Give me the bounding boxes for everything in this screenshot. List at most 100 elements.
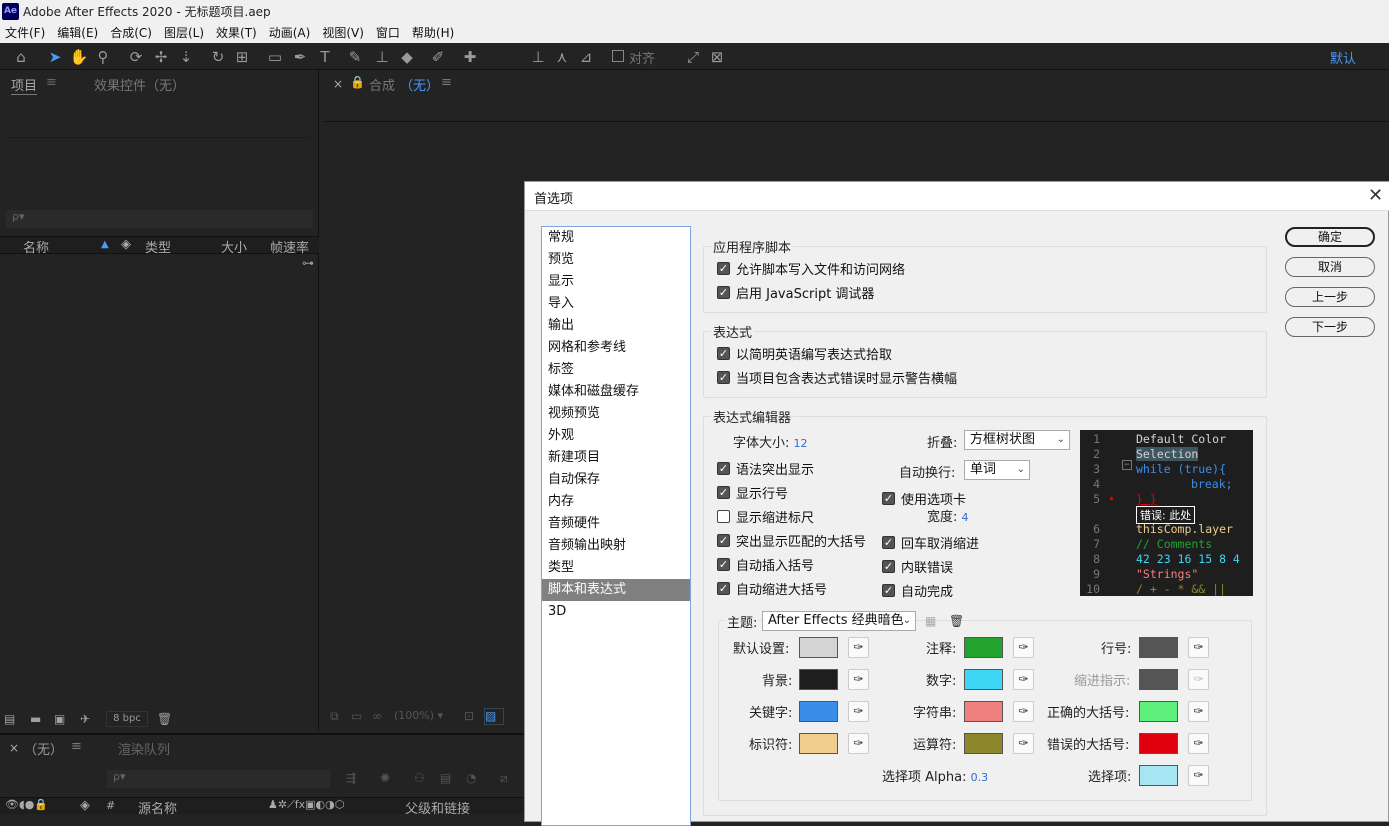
monitor-icon[interactable]: ▭: [351, 709, 362, 723]
identifier-color-swatch[interactable]: [799, 733, 838, 754]
snap-target-icon[interactable]: ⊠: [707, 47, 727, 67]
interpret-footage-icon[interactable]: ▤: [4, 712, 15, 726]
category-item[interactable]: 导入: [542, 293, 690, 315]
category-item[interactable]: 外观: [542, 425, 690, 447]
category-item[interactable]: 类型: [542, 557, 690, 579]
workspace-default[interactable]: 默认: [1330, 48, 1356, 67]
selection-tool-icon[interactable]: ➤: [45, 47, 65, 67]
js-debugger-checkbox[interactable]: ✓ 启用 JavaScript 调试器: [717, 283, 874, 302]
adjust-icon[interactable]: ✈: [80, 712, 90, 726]
new-folder-icon[interactable]: ▬: [30, 712, 41, 726]
delete-theme-icon[interactable]: 🗑: [949, 614, 964, 628]
pan-behind-icon[interactable]: ⊞: [232, 47, 252, 67]
rectangle-tool-icon[interactable]: ▭: [265, 47, 285, 67]
local-axis-icon[interactable]: ⊥: [528, 47, 548, 67]
fold-dropdown[interactable]: 方框树状图 ⌄: [964, 430, 1070, 450]
ok-button[interactable]: 确定: [1285, 227, 1375, 247]
new-comp-icon[interactable]: ▣: [54, 712, 65, 726]
transparency-icon[interactable]: ▨: [484, 708, 504, 725]
enter-unindent-checkbox[interactable]: ✓ 回车取消缩进: [882, 533, 979, 552]
panel-menu-icon[interactable]: ≡: [46, 75, 57, 90]
tab-timeline[interactable]: （无）: [24, 739, 63, 758]
tab-project[interactable]: 项目: [11, 75, 38, 95]
type-tool-icon[interactable]: T: [315, 47, 335, 67]
menu-effect[interactable]: 效果(T): [211, 24, 264, 41]
line-numbers-checkbox[interactable]: ✓ 显示行号: [717, 483, 788, 502]
comment-color-swatch[interactable]: [964, 637, 1003, 658]
rotation-tool-icon[interactable]: ↻: [208, 47, 228, 67]
category-item[interactable]: 音频输出映射: [542, 535, 690, 557]
category-item[interactable]: 媒体和磁盘缓存: [542, 381, 690, 403]
save-theme-icon[interactable]: ▦: [925, 614, 936, 628]
match-brackets-checkbox[interactable]: ✓ 突出显示匹配的大括号: [717, 531, 866, 550]
zoom-dropdown[interactable]: (100%) ▾: [394, 709, 456, 725]
category-item[interactable]: 标签: [542, 359, 690, 381]
category-item[interactable]: 显示: [542, 271, 690, 293]
pen-tool-icon[interactable]: ✒: [290, 47, 310, 67]
view-axis-icon[interactable]: ⊿: [576, 47, 596, 67]
tab-effect-controls[interactable]: 效果控件（无）: [94, 75, 185, 94]
menu-edit[interactable]: 编辑(E): [52, 24, 105, 41]
snap-option-icon[interactable]: ⤢: [683, 47, 703, 67]
eyedropper-icon[interactable]: ✑: [848, 637, 869, 658]
lineno-color-swatch[interactable]: [1139, 637, 1178, 658]
pan-camera-icon[interactable]: ✢: [151, 47, 171, 67]
category-item[interactable]: 网格和参考线: [542, 337, 690, 359]
previous-button[interactable]: 上一步: [1285, 287, 1375, 307]
category-item[interactable]: 常规: [542, 227, 690, 249]
autocomplete-checkbox[interactable]: ✓ 自动完成: [882, 581, 953, 600]
col-parent[interactable]: 父级和链接: [405, 798, 470, 817]
trash-icon[interactable]: 🗑: [157, 712, 172, 726]
timeline-search-input[interactable]: ρ▾: [107, 770, 330, 788]
graph-editor-icon[interactable]: ⧄: [500, 771, 508, 786]
hand-tool-icon[interactable]: ✋: [69, 47, 89, 67]
clone-stamp-icon[interactable]: ⊥: [372, 47, 392, 67]
allow-scripts-checkbox[interactable]: ✓ 允许脚本写入文件和访问网络: [717, 259, 905, 278]
category-item[interactable]: 输出: [542, 315, 690, 337]
roto-brush-icon[interactable]: ✐: [428, 47, 448, 67]
fold-marker-icon[interactable]: −: [1122, 460, 1132, 470]
tab-render-queue[interactable]: 渲染队列: [118, 739, 170, 758]
auto-indent-checkbox[interactable]: ✓ 自动缩进大括号: [717, 579, 827, 598]
puppet-pin-icon[interactable]: ✚: [460, 47, 480, 67]
lock-icon[interactable]: 🔒: [350, 75, 365, 89]
good-bracket-color-swatch[interactable]: [1139, 701, 1178, 722]
keyword-color-swatch[interactable]: [799, 701, 838, 722]
motion-blur-icon[interactable]: ◔: [466, 771, 476, 785]
eyedropper-icon[interactable]: ✑: [1013, 733, 1034, 754]
selection-color-swatch[interactable]: [1139, 765, 1178, 786]
warn-banner-checkbox[interactable]: ✓ 当项目包含表达式错误时显示警告横幅: [717, 368, 957, 387]
mask-icon[interactable]: ∞: [372, 709, 382, 723]
zoom-tool-icon[interactable]: ⚲: [93, 47, 113, 67]
category-item[interactable]: 3D: [542, 601, 690, 623]
world-axis-icon[interactable]: ⋏: [552, 47, 572, 67]
eyedropper-icon[interactable]: ✑: [1188, 733, 1209, 754]
menu-view[interactable]: 视图(V): [317, 24, 371, 41]
eyedropper-icon[interactable]: ✑: [848, 733, 869, 754]
auto-brackets-checkbox[interactable]: ✓ 自动插入括号: [717, 555, 814, 574]
eyedropper-icon[interactable]: ✑: [1013, 701, 1034, 722]
wrap-dropdown[interactable]: 单词 ⌄: [964, 460, 1030, 480]
category-item[interactable]: 新建项目: [542, 447, 690, 469]
string-color-swatch[interactable]: [964, 701, 1003, 722]
project-search-input[interactable]: ρ▾: [6, 210, 313, 228]
col-type[interactable]: 类型: [145, 237, 171, 256]
tab-composition[interactable]: 合成: [369, 75, 395, 94]
menu-help[interactable]: 帮助(H): [407, 24, 461, 41]
flowchart-icon[interactable]: ⊶: [302, 256, 314, 270]
inline-errors-checkbox[interactable]: ✓ 内联错误: [882, 557, 953, 576]
col-size[interactable]: 大小: [221, 237, 247, 256]
draft3d-icon[interactable]: ✺: [380, 771, 390, 785]
theme-dropdown[interactable]: After Effects 经典暗色 ⌄: [762, 611, 916, 631]
menu-window[interactable]: 窗口: [371, 24, 407, 41]
close-tab-icon[interactable]: ×: [9, 741, 19, 755]
sel-alpha-value[interactable]: 0.3: [971, 771, 989, 784]
grid-icon[interactable]: ⊡: [464, 709, 474, 723]
brush-tool-icon[interactable]: ✎: [345, 47, 365, 67]
cancel-button[interactable]: 取消: [1285, 257, 1375, 277]
home-icon[interactable]: ⌂: [11, 47, 31, 67]
category-item[interactable]: 自动保存: [542, 469, 690, 491]
shy-icon[interactable]: ⚇: [414, 771, 425, 785]
menu-layer[interactable]: 图层(L): [159, 24, 211, 41]
eyedropper-icon[interactable]: ✑: [848, 701, 869, 722]
